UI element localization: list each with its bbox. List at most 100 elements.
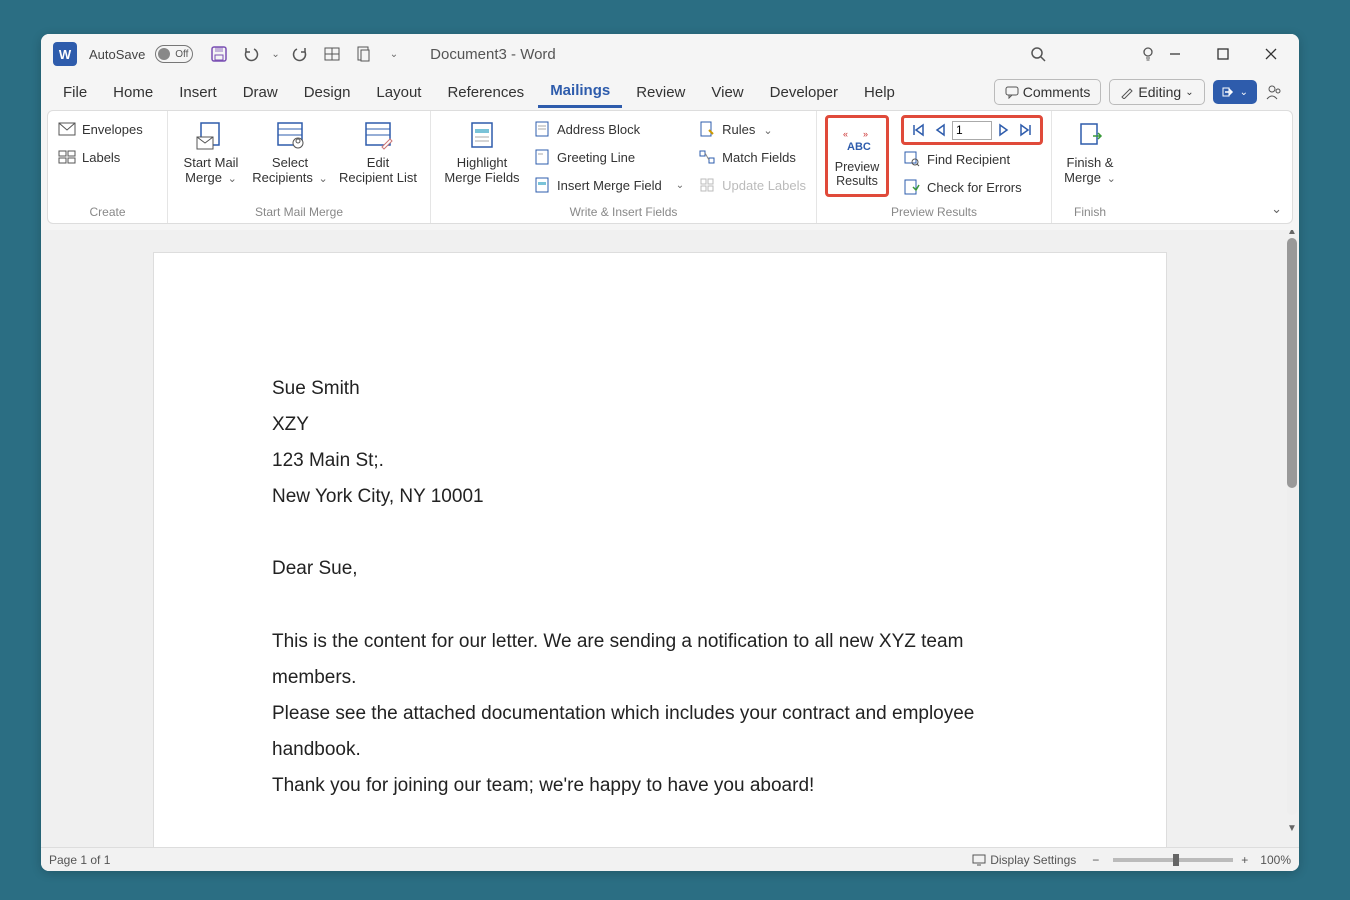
- finish-merge-icon: [1073, 119, 1107, 153]
- redo-icon[interactable]: [288, 42, 312, 66]
- page-indicator[interactable]: Page 1 of 1: [49, 853, 110, 867]
- address-block-button[interactable]: Address Block: [531, 115, 686, 143]
- svg-text:«: «: [843, 129, 848, 139]
- check-for-errors-button[interactable]: Check for Errors: [901, 173, 1043, 201]
- tab-file[interactable]: File: [51, 78, 99, 107]
- word-icon: W: [53, 42, 77, 66]
- page[interactable]: Sue Smith XZY 123 Main St;. New York Cit…: [153, 252, 1167, 847]
- tab-home[interactable]: Home: [101, 78, 165, 107]
- match-fields-icon: [698, 148, 716, 166]
- ribbon-collapse-button[interactable]: ⌄: [1271, 201, 1282, 217]
- maximize-icon[interactable]: [1211, 42, 1235, 66]
- preview-results-highlight: «»ABC Preview Results: [825, 115, 889, 197]
- insert-merge-field-button[interactable]: Insert Merge Field ⌄: [531, 171, 686, 199]
- save-icon[interactable]: [207, 42, 231, 66]
- highlight-merge-fields-icon: [465, 119, 499, 153]
- finish-merge-button[interactable]: Finish & Merge: [1060, 115, 1120, 189]
- qat-grid-icon[interactable]: [320, 42, 344, 66]
- record-number-input[interactable]: [952, 121, 992, 140]
- tab-draw[interactable]: Draw: [231, 78, 290, 107]
- start-mail-merge-icon: [194, 119, 228, 153]
- ribbon: Envelopes Labels Create: [47, 110, 1293, 224]
- scroll-down-button[interactable]: ▼: [1287, 823, 1297, 833]
- tab-references[interactable]: References: [435, 78, 536, 107]
- envelopes-button[interactable]: Envelopes: [56, 115, 145, 143]
- group-finish: Finish & Merge Finish: [1052, 111, 1128, 223]
- svg-text:»: »: [863, 129, 868, 139]
- zoom-level[interactable]: 100%: [1260, 853, 1291, 867]
- doc-line: 123 Main St;.: [272, 443, 1048, 479]
- preview-nav-highlight: [901, 115, 1043, 145]
- coauthor-icon[interactable]: [1265, 83, 1289, 101]
- tab-review[interactable]: Review: [624, 78, 697, 107]
- doc-line: This is the content for our letter. We a…: [272, 624, 1048, 696]
- title-bar: W AutoSave Off ⌄ ⌄ Document3 -: [41, 34, 1299, 74]
- svg-text:ABC: ABC: [847, 141, 871, 153]
- group-write-insert: Highlight Merge Fields Address Block Gre…: [431, 111, 817, 223]
- find-recipient-icon: [903, 150, 921, 168]
- zoom-in-button[interactable]: +: [1241, 853, 1248, 867]
- tab-layout[interactable]: Layout: [364, 78, 433, 107]
- tab-view[interactable]: View: [699, 78, 755, 107]
- doc-line: Please see the attached documentation wh…: [272, 696, 1048, 768]
- display-settings-label[interactable]: Display Settings: [990, 853, 1076, 867]
- next-record-button[interactable]: [994, 120, 1014, 140]
- doc-line: [272, 515, 1048, 551]
- doc-line: XZY: [272, 407, 1048, 443]
- insert-merge-field-icon: [533, 176, 551, 194]
- document-area: Sue Smith XZY 123 Main St;. New York Cit…: [41, 230, 1299, 847]
- edit-recipient-list-icon: [361, 119, 395, 153]
- rules-icon: [698, 120, 716, 138]
- status-bar: Page 1 of 1 Display Settings − + 100%: [41, 847, 1299, 871]
- last-record-button[interactable]: [1016, 120, 1036, 140]
- greeting-line-button[interactable]: Greeting Line: [531, 143, 686, 171]
- search-icon[interactable]: [1029, 45, 1047, 63]
- start-mail-merge-button[interactable]: Start Mail Merge: [176, 115, 246, 189]
- tab-help[interactable]: Help: [852, 78, 907, 107]
- highlight-merge-fields-button[interactable]: Highlight Merge Fields: [439, 115, 525, 189]
- preview-results-icon: « » ABC: [840, 124, 874, 158]
- zoom-out-button[interactable]: −: [1092, 853, 1099, 867]
- tab-design[interactable]: Design: [292, 78, 363, 107]
- scroll-up-button[interactable]: ▲: [1287, 230, 1297, 236]
- update-labels-button: Update Labels: [696, 171, 808, 199]
- labels-icon: [58, 148, 76, 166]
- scroll-thumb[interactable]: [1287, 238, 1297, 488]
- tab-mailings[interactable]: Mailings: [538, 76, 622, 108]
- undo-dropdown[interactable]: ⌄: [271, 49, 279, 60]
- zoom-slider[interactable]: [1113, 858, 1233, 862]
- group-create: Envelopes Labels Create: [48, 111, 168, 223]
- quick-access-toolbar: ⌄ ⌄: [207, 42, 398, 66]
- prev-record-button[interactable]: [930, 120, 950, 140]
- autosave-toggle[interactable]: Off: [155, 45, 193, 63]
- preview-results-button[interactable]: «»ABC Preview Results: [830, 120, 884, 192]
- select-recipients-button[interactable]: Select Recipients: [252, 115, 328, 189]
- tab-developer[interactable]: Developer: [758, 78, 850, 107]
- editing-button[interactable]: Editing ⌄: [1109, 79, 1204, 105]
- greeting-line-icon: [533, 148, 551, 166]
- minimize-icon[interactable]: [1163, 42, 1187, 66]
- qat-customize[interactable]: ⌄: [390, 49, 398, 60]
- undo-icon[interactable]: [239, 42, 263, 66]
- display-settings-icon[interactable]: [972, 853, 986, 867]
- vertical-scrollbar[interactable]: [1287, 238, 1297, 815]
- lightbulb-icon[interactable]: [1139, 45, 1157, 63]
- autosave-label: AutoSave: [89, 47, 145, 62]
- doc-line: New York City, NY 10001: [272, 479, 1048, 515]
- find-recipient-button[interactable]: Find Recipient: [901, 145, 1043, 173]
- qat-doc-icon[interactable]: [352, 42, 376, 66]
- doc-line: Sue Smith: [272, 371, 1048, 407]
- edit-recipient-list-button[interactable]: Edit Recipient List: [334, 115, 422, 189]
- tab-insert[interactable]: Insert: [167, 78, 229, 107]
- first-record-button[interactable]: [908, 120, 928, 140]
- match-fields-button[interactable]: Match Fields: [696, 143, 808, 171]
- labels-button[interactable]: Labels: [56, 143, 145, 171]
- check-errors-icon: [903, 178, 921, 196]
- comments-button[interactable]: Comments: [994, 79, 1102, 105]
- share-button[interactable]: ⌄: [1213, 80, 1257, 104]
- address-block-icon: [533, 120, 551, 138]
- close-icon[interactable]: [1259, 42, 1283, 66]
- ribbon-tabs: File Home Insert Draw Design Layout Refe…: [41, 74, 1299, 110]
- rules-button[interactable]: Rules: [696, 115, 808, 143]
- group-start-mail-merge: Start Mail Merge Select Recipients Edit …: [168, 111, 431, 223]
